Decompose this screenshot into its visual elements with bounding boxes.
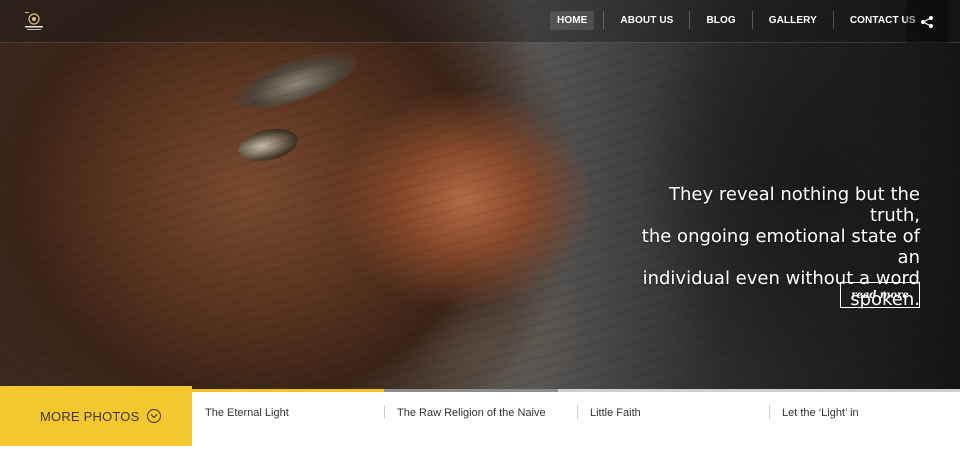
top-navigation-bar: HOME ABOUT US BLOG GALLERY CONTACT US: [0, 0, 960, 43]
slider-thumbnails: The Eternal Light The Raw Religion of th…: [192, 392, 960, 446]
site-logo[interactable]: [22, 10, 46, 34]
nav-divider: [751, 11, 753, 29]
hero-quote-line: the ongoing emotional state of an: [641, 226, 920, 268]
slide-tab-divider: [384, 405, 385, 419]
slide-tab-little-faith[interactable]: Little Faith: [577, 392, 770, 434]
slide-tab-label: The Eternal Light: [205, 407, 289, 419]
nav-divider: [689, 11, 691, 29]
share-button[interactable]: [906, 0, 948, 43]
slide-tab-divider: [769, 405, 770, 419]
slide-tab-label: The Raw Religion of the Naive: [397, 407, 546, 419]
hero-quote-line: They reveal nothing but the truth,: [668, 184, 920, 226]
slide-tab-label: Let the ‘Light’ in: [782, 407, 859, 419]
nav-gallery[interactable]: GALLERY: [762, 11, 824, 30]
logo-emblem-icon: [25, 12, 43, 30]
slide-tab-let-the-light-in[interactable]: Let the ‘Light’ in: [769, 392, 960, 434]
slide-tab-raw-religion[interactable]: The Raw Religion of the Naive: [384, 392, 577, 434]
more-photos-button[interactable]: MORE PHOTOS: [0, 386, 192, 446]
main-nav: HOME ABOUT US BLOG GALLERY CONTACT US: [550, 10, 923, 30]
slide-tab-label: Little Faith: [590, 407, 641, 419]
share-icon: [921, 15, 933, 28]
nav-blog[interactable]: BLOG: [699, 11, 742, 30]
nav-divider: [603, 11, 605, 29]
nav-home[interactable]: HOME: [550, 10, 595, 30]
read-more-button[interactable]: read more: [840, 282, 920, 308]
slide-tab-the-eternal-light[interactable]: The Eternal Light: [192, 392, 385, 434]
nav-about-us[interactable]: ABOUT US: [613, 11, 680, 30]
chevron-down-circle-icon: [147, 409, 162, 423]
nav-divider: [832, 11, 834, 29]
more-photos-label: MORE PHOTOS: [40, 408, 140, 424]
slide-tab-divider: [577, 405, 578, 419]
